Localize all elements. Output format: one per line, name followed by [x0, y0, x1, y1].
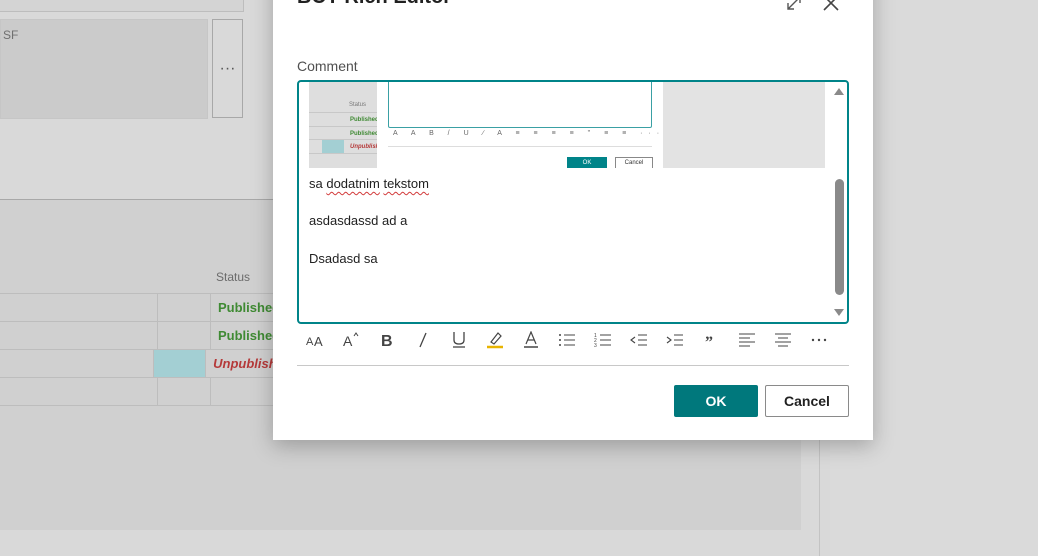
- dialog-title: BCY Rich Editor: [297, 0, 451, 9]
- embedded-status-item: Published: [350, 131, 379, 137]
- formatting-toolbar: AA A B 123 ”: [297, 327, 849, 353]
- svg-text:A: A: [314, 334, 323, 348]
- editor-line: Dsadasd sa: [309, 251, 378, 266]
- embedded-toolbar: A A B / U ∕ A ≡ ≡ ≡ ≡ " ≡ ≡ ···: [393, 130, 666, 137]
- quote-icon[interactable]: ”: [693, 327, 729, 353]
- scroll-down-arrow-icon[interactable]: [834, 309, 844, 316]
- background-more-button: ···: [212, 19, 243, 118]
- indent-icon[interactable]: [657, 327, 693, 353]
- table-row: [0, 378, 290, 406]
- bold-icon[interactable]: B: [369, 327, 405, 353]
- more-icon[interactable]: [801, 327, 837, 353]
- svg-text:”: ”: [705, 334, 713, 347]
- comment-editor[interactable]: Status Published Published Unpublished A…: [297, 80, 849, 324]
- numbered-list-icon[interactable]: 123: [585, 327, 621, 353]
- status-cell: Published: [218, 328, 281, 343]
- background-field-top: [0, 0, 244, 12]
- table-row: Published: [0, 293, 290, 322]
- toolbar-divider: [297, 365, 849, 366]
- svg-text:A: A: [306, 336, 314, 348]
- editor-line: asdasdassd ad a: [309, 213, 408, 228]
- table-row: Published: [0, 322, 290, 350]
- table-row: Unpublished: [0, 350, 290, 378]
- scroll-up-arrow-icon[interactable]: [834, 88, 844, 95]
- misspelled-word: dodatnim: [326, 176, 380, 191]
- comment-label: Comment: [297, 58, 358, 74]
- scrollbar-thumb[interactable]: [835, 179, 844, 295]
- superscript-icon[interactable]: A: [333, 327, 369, 353]
- embedded-status-item: Published: [350, 117, 379, 123]
- background-field: SF: [0, 19, 208, 119]
- cancel-button[interactable]: Cancel: [765, 385, 849, 417]
- spellcheck-text: sa: [309, 176, 327, 191]
- svg-text:B: B: [381, 333, 393, 348]
- background-status-header: Status: [216, 270, 251, 284]
- align-center-icon[interactable]: [765, 327, 801, 353]
- underline-icon[interactable]: [441, 327, 477, 353]
- background-table: Published Published Unpublished: [0, 293, 290, 406]
- font-color-icon[interactable]: [513, 327, 549, 353]
- embedded-cancel-button: Cancel: [615, 157, 653, 168]
- misspelled-word: tekstom: [383, 176, 429, 191]
- align-left-icon[interactable]: [729, 327, 765, 353]
- status-cell: Published: [218, 300, 281, 315]
- svg-text:A: A: [343, 333, 353, 348]
- embedded-ok-button: OK: [567, 157, 607, 168]
- bullet-list-icon[interactable]: [549, 327, 585, 353]
- svg-text:3: 3: [594, 343, 597, 348]
- close-icon[interactable]: [821, 0, 841, 13]
- status-cell: [211, 378, 218, 405]
- embedded-screenshot-image: Status Published Published Unpublished A…: [309, 82, 825, 168]
- expand-icon[interactable]: [785, 0, 803, 12]
- editor-line: sa dodatnim tekstom: [309, 176, 429, 191]
- rich-editor-dialog: BCY Rich Editor Comment Status Published…: [273, 0, 873, 440]
- font-size-icon[interactable]: AA: [297, 327, 333, 353]
- embedded-status-label: Status: [349, 102, 367, 108]
- background-field-text: SF: [3, 28, 19, 42]
- ok-button[interactable]: OK: [674, 385, 758, 417]
- italic-icon[interactable]: [405, 327, 441, 353]
- highlight-icon[interactable]: [477, 327, 513, 353]
- highlighted-cell: [154, 350, 207, 377]
- outdent-icon[interactable]: [621, 327, 657, 353]
